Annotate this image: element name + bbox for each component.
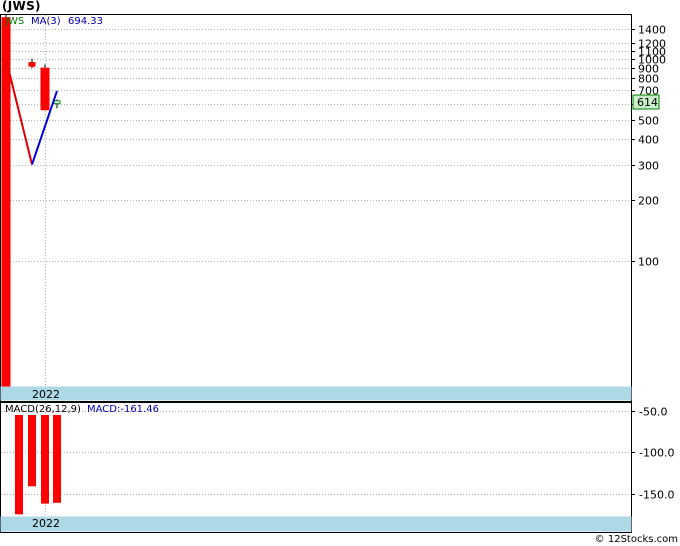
price-panel-frame	[0, 14, 632, 402]
price-tick-label: 1400	[638, 24, 666, 37]
macd-tick-label: -150.0	[639, 489, 674, 502]
price-tick-label: 400	[638, 134, 659, 147]
macd-x-axis-band	[0, 516, 632, 532]
price-tick-label: 100	[638, 256, 659, 269]
legend-macd-label: MACD(26,12,9)	[5, 404, 81, 415]
price-x-label: 2022	[32, 388, 60, 401]
footer-credit: © 12Stocks.com	[594, 534, 678, 545]
macd-tick-label: -100.0	[639, 447, 674, 460]
legend-ma-label: MA(3)	[31, 16, 61, 27]
candle-body	[40, 67, 50, 111]
macd-panel-frame	[0, 402, 632, 533]
macd-bar	[28, 415, 36, 487]
macd-y-axis: -50.0 -100.0 -150.0	[631, 406, 674, 502]
price-tick-label: 500	[638, 115, 659, 128]
legend-ticker: JWS	[4, 16, 24, 27]
price-tick-label: 200	[638, 195, 659, 208]
candle-body	[53, 100, 61, 105]
macd-bar	[53, 415, 61, 503]
stock-chart: 1400120011001000900800700600500400300200…	[0, 14, 674, 533]
legend-macd-value: MACD:-161.46	[87, 404, 159, 415]
price-y-axis: 1400120011001000900800700600500400300200…	[631, 24, 666, 269]
price-tick-label: 300	[638, 160, 659, 173]
macd-tick-label: -50.0	[639, 406, 667, 419]
current-price-marker: 614	[632, 94, 660, 110]
macd-bar	[15, 415, 23, 515]
current-price-label: 614	[637, 96, 658, 109]
legend-ma-value: 694.33	[68, 16, 103, 27]
candle-body	[28, 61, 36, 67]
macd-bar	[41, 415, 49, 504]
macd-x-label: 2022	[32, 517, 60, 530]
price-x-axis-band	[0, 386, 632, 401]
